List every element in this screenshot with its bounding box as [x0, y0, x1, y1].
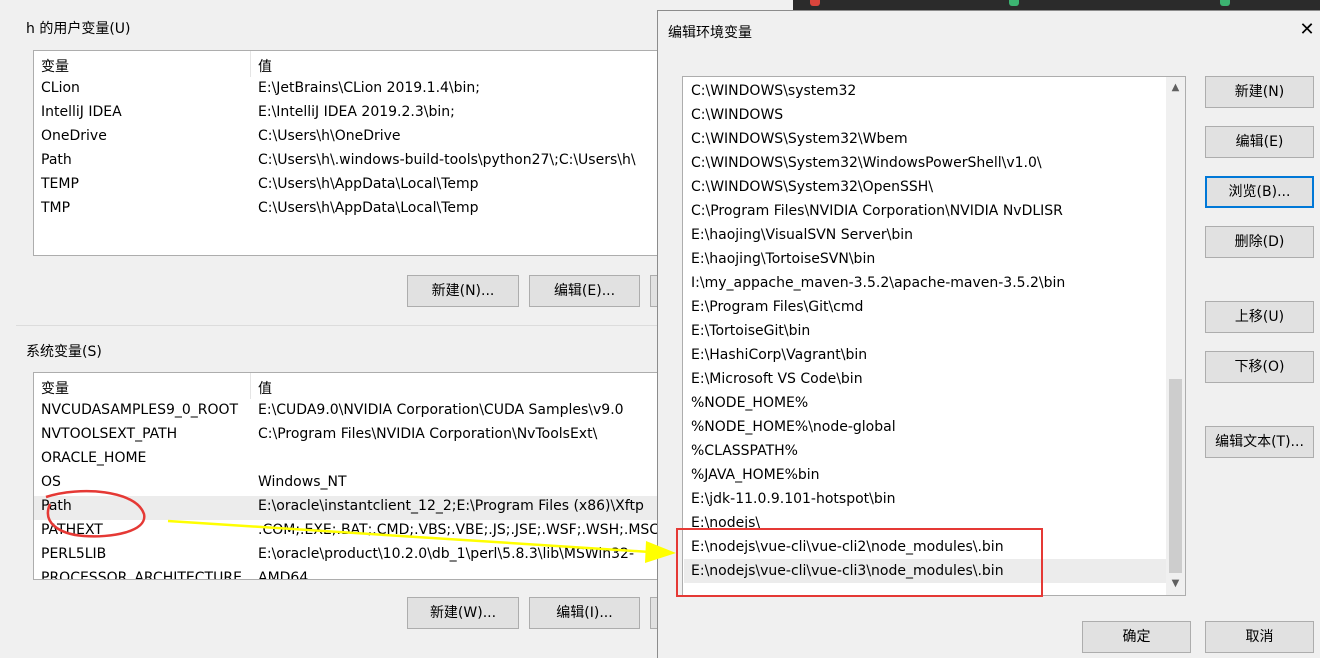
var-name: NVTOOLSEXT_PATH [41, 426, 178, 442]
table-row[interactable]: NVCUDASAMPLES9_0_ROOT E:\CUDA9.0\NVIDIA … [34, 400, 672, 424]
list-item[interactable]: I:\my_appache_maven-3.5.2\apache-maven-3… [684, 271, 1166, 295]
var-value: E:\IntelliJ IDEA 2019.2.3\bin; [258, 104, 455, 120]
table-row[interactable]: ORACLE_HOME [34, 448, 672, 472]
system-new-button[interactable]: 新建(W)... [407, 597, 519, 629]
list-item[interactable]: %JAVA_HOME%bin [684, 463, 1166, 487]
var-name: TEMP [41, 176, 79, 192]
scroll-down-icon[interactable]: ▼ [1166, 575, 1185, 593]
table-row[interactable]: TMP C:\Users\h\AppData\Local\Temp [34, 198, 672, 222]
table-row[interactable]: PATHEXT .COM;.EXE;.BAT;.CMD;.VBS;.VBE;.J… [34, 520, 672, 544]
system-vars-header: 变量 值 [34, 373, 672, 399]
list-item[interactable]: %CLASSPATH% [684, 439, 1166, 463]
app-icon [810, 0, 820, 6]
system-vars-list[interactable]: 变量 值 NVCUDASAMPLES9_0_ROOT E:\CUDA9.0\NV… [33, 372, 673, 580]
user-vars-header: 变量 值 [34, 51, 672, 77]
annotation-highlight-box [676, 528, 1043, 597]
system-edit-button[interactable]: 编辑(I)... [529, 597, 640, 629]
var-value: E:\oracle\product\10.2.0\db_1\perl\5.8.3… [258, 546, 635, 562]
system-vars-group-title: 系统变量(S) [26, 344, 102, 360]
browse-button[interactable]: 浏览(B)... [1205, 176, 1314, 208]
var-value: .COM;.EXE;.BAT;.CMD;.VBS;.VBE;.JS;.JSE;.… [258, 522, 660, 538]
var-value: E:\JetBrains\CLion 2019.1.4\bin; [258, 80, 481, 96]
var-name: Path [41, 498, 72, 514]
column-separator[interactable] [250, 373, 251, 399]
list-item[interactable]: E:\haojing\TortoiseSVN\bin [684, 247, 1166, 271]
table-row[interactable]: OneDrive C:\Users\h\OneDrive [34, 126, 672, 150]
table-row[interactable]: NVTOOLSEXT_PATH C:\Program Files\NVIDIA … [34, 424, 672, 448]
table-row[interactable]: PROCESSOR_ARCHITECTURE AMD64 [34, 568, 672, 580]
var-value: C:\Users\h\OneDrive [258, 128, 401, 144]
var-value: C:\Program Files\NVIDIA Corporation\NvTo… [258, 426, 598, 442]
group-divider [16, 325, 666, 326]
list-item[interactable]: C:\WINDOWS\System32\Wbem [684, 127, 1166, 151]
table-row[interactable]: Path C:\Users\h\.windows-build-tools\pyt… [34, 150, 672, 174]
var-value: C:\Users\h\AppData\Local\Temp [258, 176, 479, 192]
new-button[interactable]: 新建(N) [1205, 76, 1314, 108]
column-separator[interactable] [250, 51, 251, 77]
var-name: OneDrive [41, 128, 107, 144]
delete-button[interactable]: 删除(D) [1205, 226, 1314, 258]
list-item[interactable]: C:\WINDOWS\System32\OpenSSH\ [684, 175, 1166, 199]
list-item[interactable]: %NODE_HOME%\node-global [684, 415, 1166, 439]
dialog-title: 编辑环境变量 [668, 25, 752, 41]
var-name: IntelliJ IDEA [41, 104, 122, 120]
list-item[interactable]: E:\Microsoft VS Code\bin [684, 367, 1166, 391]
table-row[interactable]: IntelliJ IDEA E:\IntelliJ IDEA 2019.2.3\… [34, 102, 672, 126]
environment-variables-dialog: h 的用户变量(U) 变量 值 CLion E:\JetBrains\CLion… [0, 0, 690, 658]
move-down-button[interactable]: 下移(O) [1205, 351, 1314, 383]
vertical-scrollbar[interactable]: ▲ ▼ [1166, 77, 1185, 595]
var-name: NVCUDASAMPLES9_0_ROOT [41, 402, 239, 418]
ok-button[interactable]: 确定 [1082, 621, 1191, 653]
list-item[interactable]: %NODE_HOME% [684, 391, 1166, 415]
list-item[interactable]: E:\HashiCorp\Vagrant\bin [684, 343, 1166, 367]
var-name: CLion [41, 80, 80, 96]
path-list[interactable]: C:\WINDOWS\system32 C:\WINDOWS C:\WINDOW… [682, 76, 1186, 596]
edit-text-button[interactable]: 编辑文本(T)... [1205, 426, 1314, 458]
table-row[interactable]: TEMP C:\Users\h\AppData\Local\Temp [34, 174, 672, 198]
list-item[interactable]: E:\TortoiseGit\bin [684, 319, 1166, 343]
move-up-button[interactable]: 上移(U) [1205, 301, 1314, 333]
list-item[interactable]: E:\jdk-11.0.9.101-hotspot\bin [684, 487, 1166, 511]
var-name: Path [41, 152, 72, 168]
cancel-button[interactable]: 取消 [1205, 621, 1314, 653]
var-name: OS [41, 474, 61, 490]
list-item[interactable]: C:\Program Files\NVIDIA Corporation\NVID… [684, 199, 1166, 223]
status-icon [1009, 0, 1019, 6]
user-vars-group-title: h 的用户变量(U) [26, 21, 131, 37]
status-icon [1220, 0, 1230, 6]
user-new-button[interactable]: 新建(N)... [407, 275, 519, 307]
list-item[interactable]: E:\haojing\VisualSVN Server\bin [684, 223, 1166, 247]
column-header-variable[interactable]: 变量 [41, 56, 69, 76]
close-icon[interactable]: ✕ [1296, 19, 1318, 41]
var-name: PROCESSOR_ARCHITECTURE [41, 570, 242, 580]
var-value: AMD64 [258, 570, 309, 580]
user-vars-list[interactable]: 变量 值 CLion E:\JetBrains\CLion 2019.1.4\b… [33, 50, 673, 256]
edit-button[interactable]: 编辑(E) [1205, 126, 1314, 158]
list-item[interactable]: C:\WINDOWS [684, 103, 1166, 127]
scrollbar-thumb[interactable] [1169, 379, 1182, 573]
list-item[interactable]: C:\WINDOWS\system32 [684, 79, 1166, 103]
var-name: PERL5LIB [41, 546, 107, 562]
column-header-variable[interactable]: 变量 [41, 378, 69, 398]
user-edit-button[interactable]: 编辑(E)... [529, 275, 640, 307]
column-header-value[interactable]: 值 [258, 378, 272, 398]
list-item[interactable]: C:\WINDOWS\System32\WindowsPowerShell\v1… [684, 151, 1166, 175]
table-row[interactable]: OS Windows_NT [34, 472, 672, 496]
var-value: C:\Users\h\AppData\Local\Temp [258, 200, 479, 216]
var-name: ORACLE_HOME [41, 450, 147, 466]
table-row[interactable]: CLion E:\JetBrains\CLion 2019.1.4\bin; [34, 78, 672, 102]
table-row-selected[interactable]: Path E:\oracle\instantclient_12_2;E:\Pro… [34, 496, 672, 520]
scroll-up-icon[interactable]: ▲ [1166, 79, 1185, 97]
table-row[interactable]: PERL5LIB E:\oracle\product\10.2.0\db_1\p… [34, 544, 672, 568]
var-value: Windows_NT [258, 474, 347, 490]
var-value: C:\Users\h\.windows-build-tools\python27… [258, 152, 636, 168]
var-name: TMP [41, 200, 71, 216]
list-item[interactable]: E:\Program Files\Git\cmd [684, 295, 1166, 319]
var-name: PATHEXT [41, 522, 103, 538]
var-value: E:\oracle\instantclient_12_2;E:\Program … [258, 498, 644, 514]
var-value: E:\CUDA9.0\NVIDIA Corporation\CUDA Sampl… [258, 402, 624, 418]
column-header-value[interactable]: 值 [258, 56, 272, 76]
